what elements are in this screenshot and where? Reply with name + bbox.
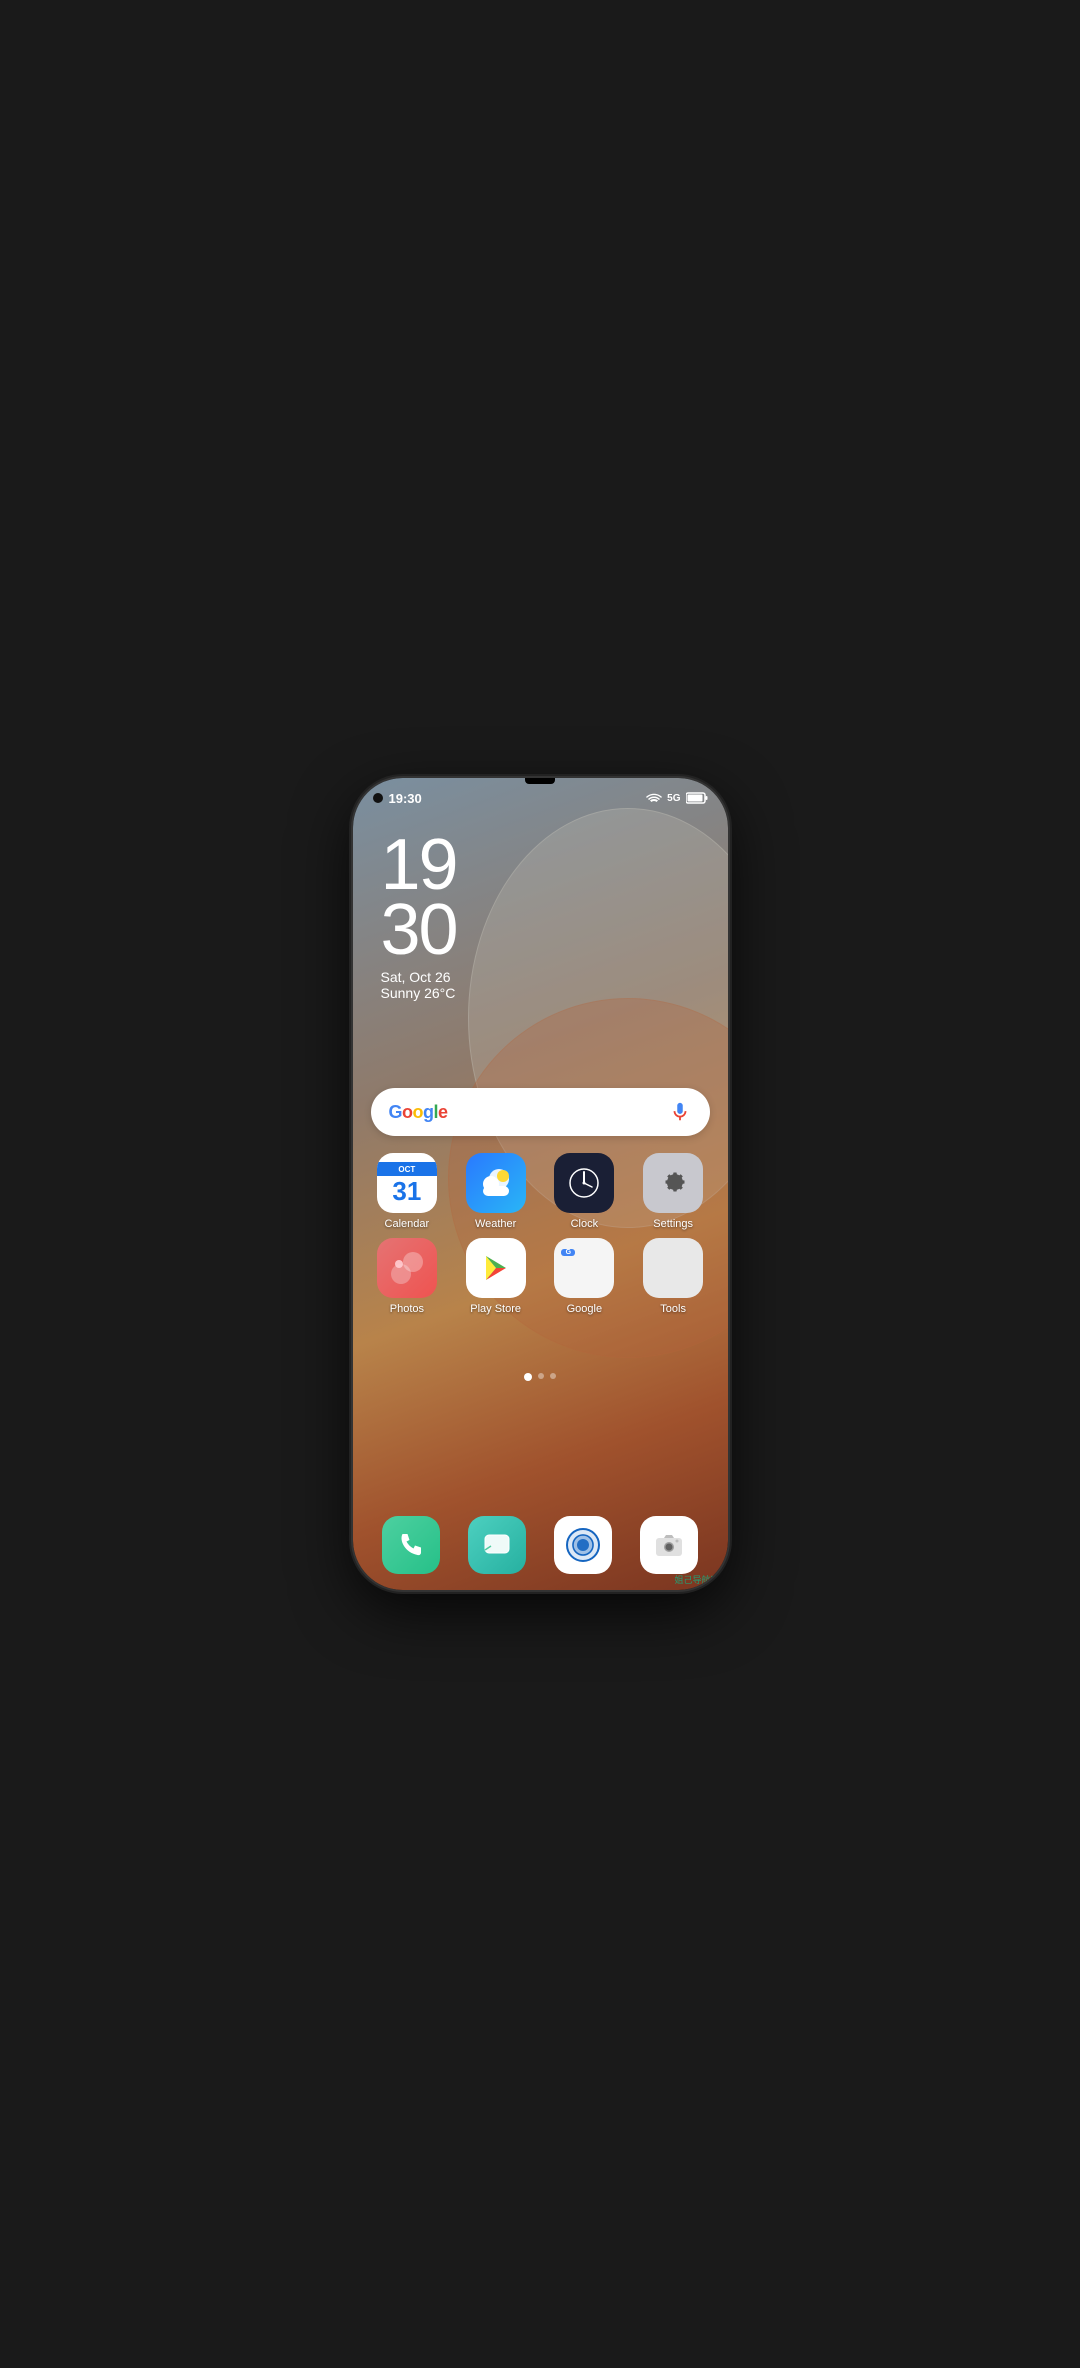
- clock-minute: 30: [381, 898, 457, 963]
- calendar-label: Calendar: [385, 1218, 430, 1230]
- signal-icon: 5G: [667, 793, 680, 804]
- weather-label: Weather: [475, 1218, 516, 1230]
- clock-icon: [554, 1153, 614, 1213]
- google-logo: Google: [389, 1102, 664, 1123]
- app-grid: OCT 31 Calendar Weather: [365, 1153, 716, 1315]
- photos-icon: [377, 1238, 437, 1298]
- dock-camera-app[interactable]: [554, 1516, 612, 1574]
- page-dot-3[interactable]: [550, 1373, 556, 1379]
- dock-messages[interactable]: [468, 1516, 526, 1574]
- notch: [525, 778, 555, 784]
- clock-widget: 19 30 Sat, Oct 26 Sunny 26°C: [381, 833, 457, 1001]
- dock-camera[interactable]: [640, 1516, 698, 1574]
- status-time: 19:30: [389, 791, 422, 806]
- tools-icon: [643, 1238, 703, 1298]
- google-folder-icon: G: [554, 1238, 614, 1298]
- wifi-icon: [646, 792, 662, 804]
- app-weather[interactable]: Weather: [453, 1153, 538, 1230]
- clock-time-large: 19 30: [381, 833, 457, 963]
- app-photos[interactable]: Photos: [365, 1238, 450, 1315]
- front-camera: [373, 793, 383, 803]
- page-dot-2[interactable]: [538, 1373, 544, 1379]
- search-bar[interactable]: Google: [371, 1088, 710, 1136]
- clock-label: Clock: [571, 1218, 599, 1230]
- app-google-folder[interactable]: G Google: [542, 1238, 627, 1315]
- watermark: 姐己导航网: [674, 1573, 719, 1586]
- page-dots: [353, 1373, 728, 1381]
- app-settings[interactable]: Settings: [631, 1153, 716, 1230]
- mic-icon[interactable]: [664, 1096, 696, 1128]
- page-dot-1[interactable]: [524, 1373, 532, 1381]
- weather-icon: [466, 1153, 526, 1213]
- tools-label: Tools: [660, 1303, 686, 1315]
- playstore-icon: [466, 1238, 526, 1298]
- photos-label: Photos: [390, 1303, 424, 1315]
- google-folder-label: Google: [567, 1303, 602, 1315]
- settings-icon: [643, 1153, 703, 1213]
- dock: [369, 1516, 712, 1574]
- phone-frame: 19:30 5G 19 30 Sat, Oct 26 Sunny: [353, 778, 728, 1590]
- clock-date: Sat, Oct 26: [381, 969, 457, 985]
- status-left: 19:30: [373, 791, 422, 806]
- status-right: 5G: [646, 792, 707, 804]
- clock-weather: Sunny 26°C: [381, 985, 457, 1001]
- clock-hour: 19: [381, 833, 457, 898]
- calendar-icon: OCT 31: [377, 1153, 437, 1213]
- app-clock[interactable]: Clock: [542, 1153, 627, 1230]
- playstore-label: Play Store: [470, 1303, 521, 1315]
- app-playstore[interactable]: Play Store: [453, 1238, 538, 1315]
- app-tools[interactable]: Tools: [631, 1238, 716, 1315]
- dock-phone[interactable]: [382, 1516, 440, 1574]
- phone-screen: 19:30 5G 19 30 Sat, Oct 26 Sunny: [353, 778, 728, 1590]
- app-calendar[interactable]: OCT 31 Calendar: [365, 1153, 450, 1230]
- settings-label: Settings: [653, 1218, 693, 1230]
- battery-icon: [686, 792, 708, 804]
